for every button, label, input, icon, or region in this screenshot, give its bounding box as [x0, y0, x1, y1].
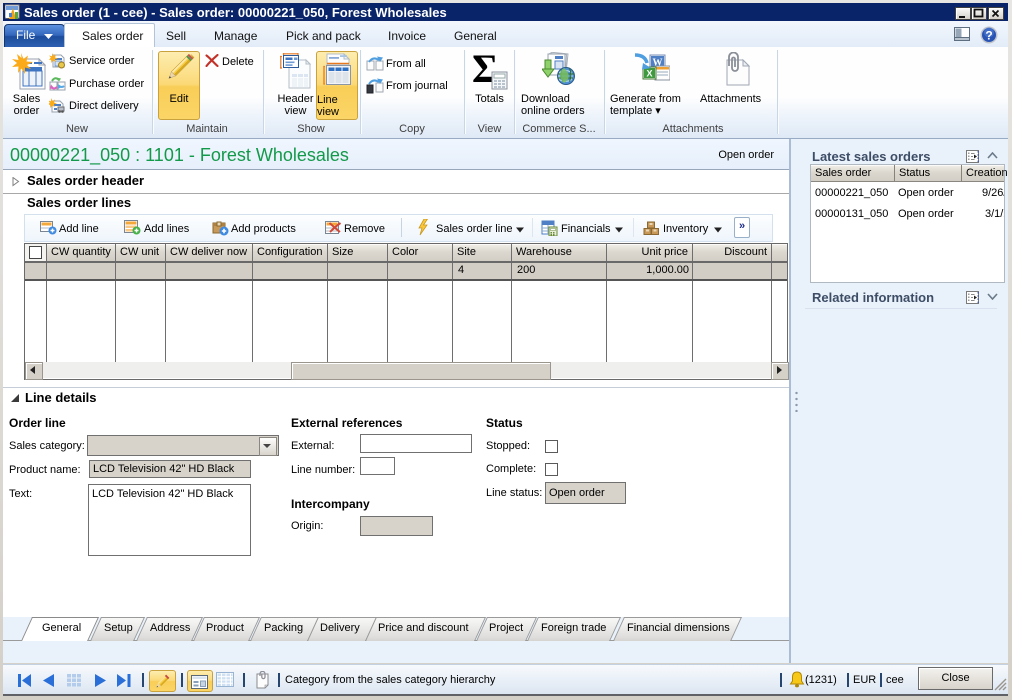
svg-text:X: X: [646, 69, 652, 79]
svg-text:?: ?: [985, 29, 992, 43]
